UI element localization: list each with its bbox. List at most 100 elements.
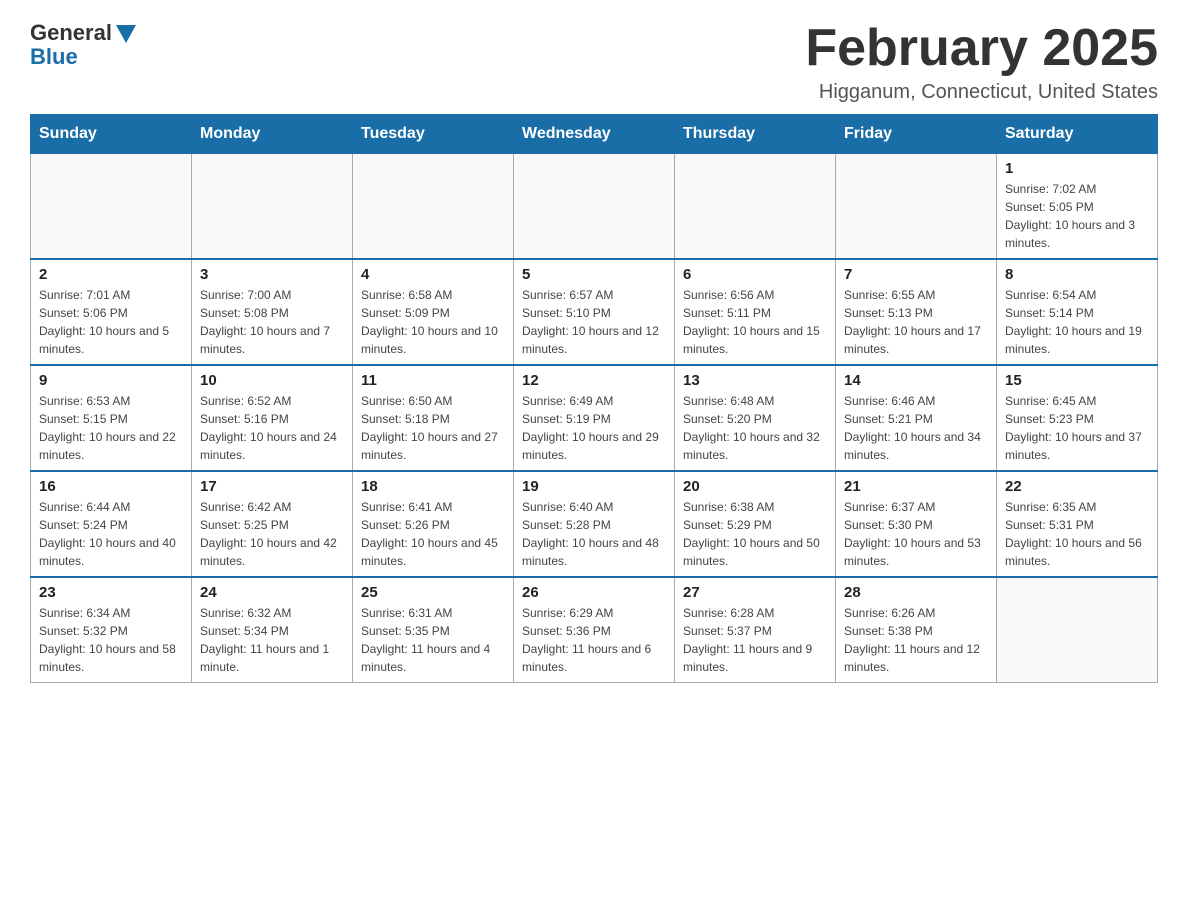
day-number: 28 [844,584,988,601]
logo-blue-text: Blue [30,44,78,70]
day-number: 17 [200,478,344,495]
calendar-week-row: 23 Sunrise: 6:34 AMSunset: 5:32 PMDayligh… [31,577,1158,683]
day-number: 14 [844,372,988,389]
day-number: 9 [39,372,183,389]
day-number: 7 [844,266,988,283]
day-info: Sunrise: 6:55 AMSunset: 5:13 PMDaylight:… [844,286,988,358]
calendar-day-cell: 8 Sunrise: 6:54 AMSunset: 5:14 PMDaylight… [997,259,1158,365]
day-info: Sunrise: 6:44 AMSunset: 5:24 PMDaylight:… [39,498,183,570]
page-header: General Blue February 2025 Higganum, Con… [30,20,1158,104]
day-info: Sunrise: 7:00 AMSunset: 5:08 PMDaylight:… [200,286,344,358]
logo-general-text: General [30,20,112,46]
day-number: 25 [361,584,505,601]
calendar-day-cell [192,154,353,260]
day-info: Sunrise: 6:34 AMSunset: 5:32 PMDaylight:… [39,604,183,676]
calendar-day-cell: 21 Sunrise: 6:37 AMSunset: 5:30 PMDayligh… [836,471,997,577]
day-info: Sunrise: 6:52 AMSunset: 5:16 PMDaylight:… [200,392,344,464]
day-info: Sunrise: 7:02 AMSunset: 5:05 PMDaylight:… [1005,180,1149,252]
calendar-day-cell: 19 Sunrise: 6:40 AMSunset: 5:28 PMDayligh… [514,471,675,577]
calendar-day-cell: 26Sunrise: 6:29 AMSunset: 5:36 PMDayligh… [514,577,675,683]
calendar-day-cell: 20 Sunrise: 6:38 AMSunset: 5:29 PMDayligh… [675,471,836,577]
logo: General Blue [30,20,136,70]
day-number: 1 [1005,160,1149,177]
day-number: 8 [1005,266,1149,283]
calendar-day-cell: 14 Sunrise: 6:46 AMSunset: 5:21 PMDayligh… [836,365,997,471]
day-number: 21 [844,478,988,495]
calendar-day-cell: 2 Sunrise: 7:01 AMSunset: 5:06 PMDaylight… [31,259,192,365]
calendar-day-header: Saturday [997,115,1158,154]
calendar-day-cell: 10Sunrise: 6:52 AMSunset: 5:16 PMDayligh… [192,365,353,471]
calendar-day-cell [31,154,192,260]
month-title: February 2025 [805,20,1158,77]
calendar-day-cell [675,154,836,260]
day-number: 16 [39,478,183,495]
day-info: Sunrise: 6:37 AMSunset: 5:30 PMDaylight:… [844,498,988,570]
calendar-day-header: Tuesday [353,115,514,154]
day-number: 19 [522,478,666,495]
calendar-day-cell [997,577,1158,683]
calendar-day-cell: 16 Sunrise: 6:44 AMSunset: 5:24 PMDayligh… [31,471,192,577]
day-number: 2 [39,266,183,283]
day-number: 22 [1005,478,1149,495]
calendar-day-cell: 3 Sunrise: 7:00 AMSunset: 5:08 PMDaylight… [192,259,353,365]
calendar-day-header: Friday [836,115,997,154]
calendar-day-cell [836,154,997,260]
logo-triangle-icon [116,25,136,43]
day-info: Sunrise: 6:40 AMSunset: 5:28 PMDaylight:… [522,498,666,570]
day-info: Sunrise: 6:35 AMSunset: 5:31 PMDaylight:… [1005,498,1149,570]
calendar-day-header: Wednesday [514,115,675,154]
calendar-week-row: 2 Sunrise: 7:01 AMSunset: 5:06 PMDaylight… [31,259,1158,365]
calendar-day-cell: 12Sunrise: 6:49 AMSunset: 5:19 PMDayligh… [514,365,675,471]
calendar-day-cell: 4 Sunrise: 6:58 AMSunset: 5:09 PMDaylight… [353,259,514,365]
day-info: Sunrise: 6:54 AMSunset: 5:14 PMDaylight:… [1005,286,1149,358]
calendar-day-cell [353,154,514,260]
day-info: Sunrise: 6:53 AMSunset: 5:15 PMDaylight:… [39,392,183,464]
day-number: 11 [361,372,505,389]
calendar-day-cell: 24 Sunrise: 6:32 AMSunset: 5:34 PMDayligh… [192,577,353,683]
day-info: Sunrise: 6:45 AMSunset: 5:23 PMDaylight:… [1005,392,1149,464]
calendar-week-row: 9 Sunrise: 6:53 AMSunset: 5:15 PMDaylight… [31,365,1158,471]
calendar-day-cell: 18Sunrise: 6:41 AMSunset: 5:26 PMDayligh… [353,471,514,577]
calendar-day-header: Monday [192,115,353,154]
day-info: Sunrise: 6:46 AMSunset: 5:21 PMDaylight:… [844,392,988,464]
title-block: February 2025 Higganum, Connecticut, Uni… [805,20,1158,104]
calendar-day-cell: 5 Sunrise: 6:57 AMSunset: 5:10 PMDaylight… [514,259,675,365]
day-number: 24 [200,584,344,601]
day-number: 20 [683,478,827,495]
day-number: 12 [522,372,666,389]
day-info: Sunrise: 6:31 AMSunset: 5:35 PMDaylight:… [361,604,505,676]
day-info: Sunrise: 6:56 AMSunset: 5:11 PMDaylight:… [683,286,827,358]
calendar-day-cell: 17Sunrise: 6:42 AMSunset: 5:25 PMDayligh… [192,471,353,577]
day-info: Sunrise: 6:58 AMSunset: 5:09 PMDaylight:… [361,286,505,358]
calendar-day-cell: 7 Sunrise: 6:55 AMSunset: 5:13 PMDaylight… [836,259,997,365]
calendar-day-cell: 22 Sunrise: 6:35 AMSunset: 5:31 PMDayligh… [997,471,1158,577]
calendar-day-cell: 27 Sunrise: 6:28 AMSunset: 5:37 PMDayligh… [675,577,836,683]
day-info: Sunrise: 6:41 AMSunset: 5:26 PMDaylight:… [361,498,505,570]
calendar-header-row: SundayMondayTuesdayWednesdayThursdayFrid… [31,115,1158,154]
day-info: Sunrise: 6:57 AMSunset: 5:10 PMDaylight:… [522,286,666,358]
day-number: 23 [39,584,183,601]
day-number: 6 [683,266,827,283]
calendar-day-header: Sunday [31,115,192,154]
calendar-day-cell [514,154,675,260]
calendar-day-cell: 28 Sunrise: 6:26 AMSunset: 5:38 PMDayligh… [836,577,997,683]
day-number: 15 [1005,372,1149,389]
day-number: 26 [522,584,666,601]
calendar-day-cell: 1 Sunrise: 7:02 AMSunset: 5:05 PMDaylight… [997,154,1158,260]
calendar-day-header: Thursday [675,115,836,154]
calendar-table: SundayMondayTuesdayWednesdayThursdayFrid… [30,114,1158,683]
day-info: Sunrise: 6:26 AMSunset: 5:38 PMDaylight:… [844,604,988,676]
day-info: Sunrise: 6:50 AMSunset: 5:18 PMDaylight:… [361,392,505,464]
day-number: 4 [361,266,505,283]
calendar-day-cell: 9 Sunrise: 6:53 AMSunset: 5:15 PMDaylight… [31,365,192,471]
day-info: Sunrise: 6:32 AMSunset: 5:34 PMDaylight:… [200,604,344,676]
location-subtitle: Higganum, Connecticut, United States [805,81,1158,104]
day-number: 13 [683,372,827,389]
day-number: 5 [522,266,666,283]
day-info: Sunrise: 7:01 AMSunset: 5:06 PMDaylight:… [39,286,183,358]
day-number: 3 [200,266,344,283]
day-info: Sunrise: 6:28 AMSunset: 5:37 PMDaylight:… [683,604,827,676]
day-info: Sunrise: 6:38 AMSunset: 5:29 PMDaylight:… [683,498,827,570]
calendar-week-row: 16 Sunrise: 6:44 AMSunset: 5:24 PMDayligh… [31,471,1158,577]
day-number: 27 [683,584,827,601]
